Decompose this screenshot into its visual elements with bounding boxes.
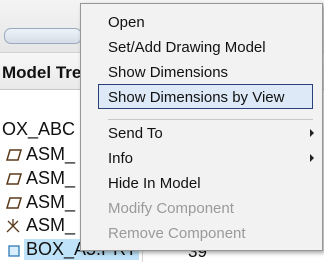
horizontal-scrollbar[interactable] bbox=[4, 28, 82, 44]
menu-item-label: Send To bbox=[108, 125, 163, 142]
model-tree-header-label: Model Tree bbox=[2, 63, 91, 82]
coordinate-system-icon bbox=[6, 219, 20, 233]
tree-row-label: ASM_ bbox=[26, 192, 76, 212]
tree-row-label: ASM_ bbox=[26, 144, 76, 164]
tree-row-label: ASM_ bbox=[26, 215, 76, 235]
menu-item-modify-component: Modify Component bbox=[81, 196, 322, 221]
tree-row-label: ASM_ bbox=[26, 168, 76, 188]
menu-item-show-dimensions[interactable]: Show Dimensions bbox=[81, 60, 322, 85]
menu-item-label: Info bbox=[108, 150, 134, 167]
menu-item-label: Hide In Model bbox=[108, 175, 201, 192]
tree-row-label: OX_ABC bbox=[2, 119, 76, 139]
part-icon bbox=[8, 245, 20, 257]
menu-item-remove-component: Remove Component bbox=[81, 221, 322, 246]
menu-item-label: Show Dimensions bbox=[108, 64, 229, 81]
menu-item-set-add-drawing-model[interactable]: Set/Add Drawing Model bbox=[81, 35, 322, 60]
menu-item-label: Remove Component bbox=[108, 225, 246, 242]
menu-item-send-to[interactable]: Send To bbox=[81, 121, 322, 146]
menu-item-label: Show Dimensions by View bbox=[108, 89, 285, 106]
datum-plane-icon bbox=[6, 197, 22, 209]
menu-item-open[interactable]: Open bbox=[81, 10, 322, 35]
context-menu: Open Set/Add Drawing Model Show Dimensio… bbox=[80, 3, 323, 251]
datum-plane-icon bbox=[6, 149, 22, 161]
menu-item-label: Open bbox=[108, 14, 145, 31]
menu-separator bbox=[108, 119, 313, 120]
menu-item-label: Modify Component bbox=[108, 200, 234, 217]
menu-item-label: Set/Add Drawing Model bbox=[108, 39, 266, 56]
menu-item-info[interactable]: Info bbox=[81, 146, 322, 171]
submenu-arrow-icon bbox=[310, 154, 314, 162]
menu-item-hide-in-model[interactable]: Hide In Model bbox=[81, 171, 322, 196]
submenu-arrow-icon bbox=[310, 129, 314, 137]
datum-plane-icon bbox=[6, 173, 22, 185]
menu-item-show-dimensions-by-view[interactable]: Show Dimensions by View bbox=[98, 84, 313, 109]
